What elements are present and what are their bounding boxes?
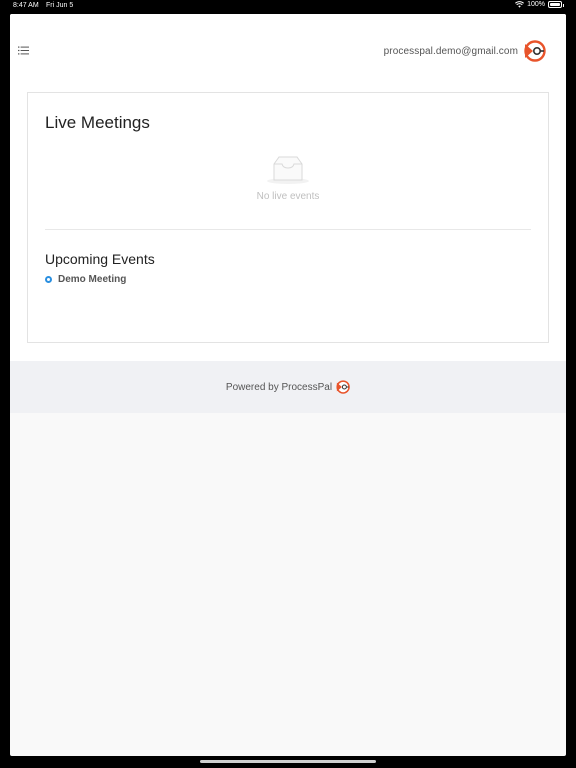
status-date: Fri Jun 5 (46, 2, 74, 9)
status-time: 8:47 AM (13, 2, 39, 9)
status-bar: 8:47 AM Fri Jun 5 100% (0, 0, 576, 12)
app-screen: processpal.demo@gmail.com Live Meetings … (10, 14, 566, 756)
section-divider (45, 229, 531, 230)
processpal-logo-icon (524, 40, 546, 62)
home-indicator[interactable] (200, 760, 376, 763)
event-dot-icon (45, 276, 52, 283)
upcoming-events-title: Upcoming Events (45, 251, 155, 267)
user-email: processpal.demo@gmail.com (383, 45, 518, 57)
event-item[interactable]: Demo Meeting (45, 274, 126, 285)
wifi-icon (515, 1, 525, 8)
inbox-icon (267, 156, 309, 184)
main-content: Live Meetings No live events Upcoming Ev… (10, 92, 566, 361)
processpal-logo-icon (336, 380, 350, 394)
empty-state: No live events (28, 155, 548, 202)
event-label: Demo Meeting (58, 274, 127, 285)
status-right: 100% (515, 1, 564, 8)
top-bar: processpal.demo@gmail.com (10, 14, 566, 92)
live-meetings-title: Live Meetings (45, 113, 150, 132)
empty-text: No live events (256, 191, 320, 202)
battery-icon (548, 1, 564, 8)
battery-percent: 100% (527, 1, 545, 8)
list-icon[interactable] (18, 46, 29, 55)
powered-by-text: Powered by ProcessPal (225, 381, 333, 393)
footer: Powered by ProcessPal (10, 361, 566, 413)
user-menu[interactable]: processpal.demo@gmail.com (384, 40, 546, 62)
meetings-card: Live Meetings No live events Upcoming Ev… (27, 92, 549, 343)
